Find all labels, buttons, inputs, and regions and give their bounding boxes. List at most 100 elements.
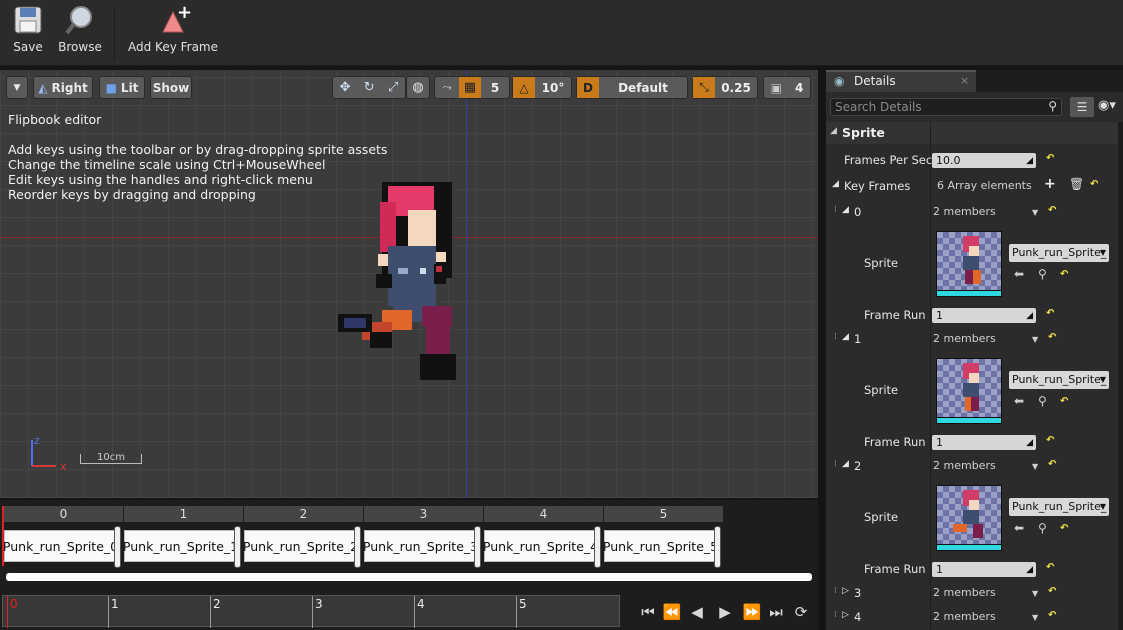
flipbook-viewport[interactable]: ▼ ◭ Right ■ Lit Show ✥ ↻ ⤢ ◍ ⤳ ▦ 5 △ 10° D… xyxy=(0,70,818,498)
skip-to-start-icon[interactable]: ⏮ xyxy=(637,602,659,622)
sprite-combo[interactable]: Punk_run_Sprite_ ▼ xyxy=(1009,371,1109,389)
view-mode-button[interactable]: ◭ Right xyxy=(33,76,93,99)
reset-icon[interactable]: ↶ xyxy=(1048,610,1056,621)
reset-icon[interactable]: ↶ xyxy=(1046,308,1054,319)
rotate-icon[interactable]: ↻ xyxy=(364,80,375,95)
scale-snap-icon[interactable]: ⤡ xyxy=(693,77,715,98)
play-reverse-icon[interactable]: ◀ xyxy=(686,602,708,622)
sprite-thumbnail[interactable] xyxy=(936,358,1002,424)
keyframe-block[interactable]: Punk_run_Sprite_3 xyxy=(363,530,478,562)
expand-arrow-icon[interactable]: ◢ xyxy=(842,205,849,215)
chevron-down-icon[interactable]: ▼ xyxy=(1032,462,1038,471)
view-options-icon[interactable]: ☰ xyxy=(1070,97,1094,117)
add-element-icon[interactable]: + xyxy=(1044,176,1056,192)
grid-icon[interactable]: ▦ xyxy=(459,77,481,98)
use-selected-icon[interactable]: ⬅ xyxy=(1014,521,1024,535)
add-key-frame-button[interactable]: + Add Key Frame xyxy=(128,4,218,62)
keyframe-resize-handle[interactable] xyxy=(594,526,601,568)
drag-handle-icon[interactable]: ⁞ xyxy=(834,459,837,469)
drag-handle-icon[interactable]: ⁞ xyxy=(834,610,837,620)
viewport-options-dropdown[interactable]: ▼ xyxy=(6,76,28,99)
keyframe-block[interactable]: Punk_run_Sprite_2 xyxy=(243,530,358,562)
step-back-icon[interactable]: ⏪ xyxy=(661,602,683,622)
keyframe-resize-handle[interactable] xyxy=(354,526,361,568)
keyframe-block[interactable]: Punk_run_Sprite_1 xyxy=(123,530,238,562)
step-forward-icon[interactable]: ⏩ xyxy=(741,602,763,622)
keyframe-resize-handle[interactable] xyxy=(234,526,241,568)
details-scrollbar[interactable] xyxy=(1118,122,1123,630)
keyframe-resize-handle[interactable] xyxy=(114,526,121,568)
reset-icon[interactable]: ↶ xyxy=(1046,153,1054,164)
mode-value[interactable]: Default xyxy=(599,81,687,95)
reset-icon[interactable]: ↶ xyxy=(1048,332,1056,343)
keyframe-block[interactable]: Punk_run_Sprite_0 xyxy=(3,530,118,562)
reset-icon[interactable]: ↶ xyxy=(1046,435,1054,446)
move-icon[interactable]: ✥ xyxy=(340,80,351,95)
camera-speed-group[interactable]: ▣ 4 xyxy=(763,76,811,99)
scale-icon[interactable]: ⤢ xyxy=(388,80,398,95)
fps-input[interactable]: 10.0 ◢ xyxy=(932,153,1036,168)
mode-icon[interactable]: D xyxy=(577,77,599,98)
keyframe-resize-handle[interactable] xyxy=(714,526,721,568)
reset-icon[interactable]: ↶ xyxy=(1046,562,1054,573)
sprite-section-header[interactable]: ◢ Sprite xyxy=(826,122,1123,144)
show-label: Show xyxy=(152,80,190,95)
browse-asset-icon[interactable]: ⚲ xyxy=(1038,521,1047,535)
chevron-down-icon[interactable]: ▼ xyxy=(1032,589,1038,598)
chevron-down-icon[interactable]: ▼ xyxy=(1032,335,1038,344)
use-selected-icon[interactable]: ⬅ xyxy=(1014,394,1024,408)
reset-icon[interactable]: ↶ xyxy=(1060,523,1068,534)
sprite-thumbnail[interactable] xyxy=(936,485,1002,551)
time-ruler[interactable]: 0 1 2 3 4 5 xyxy=(2,595,620,628)
reset-icon[interactable]: ↶ xyxy=(1060,396,1068,407)
lit-button[interactable]: ■ Lit xyxy=(99,76,145,99)
rotation-snap-icon[interactable]: △ xyxy=(513,77,535,98)
keyframe-block[interactable]: Punk_run_Sprite_5 xyxy=(603,530,718,562)
browse-asset-icon[interactable]: ⚲ xyxy=(1038,394,1047,408)
drag-handle-icon[interactable]: ⁞ xyxy=(834,332,837,342)
eye-icon[interactable]: ◉▾ xyxy=(1098,98,1116,113)
timeline-scrollbar[interactable] xyxy=(6,573,812,581)
details-tab[interactable]: ◉ Details × xyxy=(826,70,976,92)
rotation-snap-value[interactable]: 10° xyxy=(535,81,571,95)
expand-arrow-icon[interactable]: ◢ xyxy=(842,332,849,342)
grid-snap-value[interactable]: 5 xyxy=(481,81,509,95)
surface-snap-icon[interactable]: ⤳ xyxy=(435,80,459,95)
reset-icon[interactable]: ↶ xyxy=(1048,205,1056,216)
keyframe-block[interactable]: Punk_run_Sprite_4 xyxy=(483,530,598,562)
drag-handle-icon[interactable]: ⁞ xyxy=(834,205,837,215)
close-icon[interactable]: × xyxy=(960,74,969,87)
search-details-input[interactable]: Search Details ⚲ xyxy=(830,98,1062,116)
loop-icon[interactable]: ⟳ xyxy=(790,602,812,622)
frame-run-input[interactable]: 1 ◢ xyxy=(932,435,1036,450)
browse-button[interactable]: Browse xyxy=(58,4,102,62)
character-sprite[interactable] xyxy=(336,180,462,386)
drag-handle-icon[interactable]: ⁞ xyxy=(834,586,837,596)
trash-icon[interactable]: 🗑 xyxy=(1069,177,1084,191)
reset-icon[interactable]: ↶ xyxy=(1090,179,1098,190)
reset-icon[interactable]: ↶ xyxy=(1048,586,1056,597)
frame-run-input[interactable]: 1 ◢ xyxy=(932,308,1036,323)
expand-arrow-icon[interactable]: ◢ xyxy=(842,459,849,469)
reset-icon[interactable]: ↶ xyxy=(1060,269,1068,280)
chevron-down-icon[interactable]: ▼ xyxy=(1032,208,1038,217)
frame-run-input[interactable]: 1 ◢ xyxy=(932,562,1036,577)
expand-arrow-icon[interactable]: ◢ xyxy=(832,179,839,189)
sprite-combo[interactable]: Punk_run_Sprite_ ▼ xyxy=(1009,244,1109,262)
scale-snap-value[interactable]: 0.25 xyxy=(715,81,757,95)
chevron-down-icon[interactable]: ▼ xyxy=(1032,613,1038,622)
browse-asset-icon[interactable]: ⚲ xyxy=(1038,267,1047,281)
world-local-toggle[interactable]: ◍ xyxy=(406,76,430,99)
reset-icon[interactable]: ↶ xyxy=(1048,459,1056,470)
sprite-combo[interactable]: Punk_run_Sprite_ ▼ xyxy=(1009,498,1109,516)
expand-arrow-icon[interactable]: ▷ xyxy=(842,586,849,596)
show-button[interactable]: Show xyxy=(150,76,192,99)
use-selected-icon[interactable]: ⬅ xyxy=(1014,267,1024,281)
column-splitter[interactable] xyxy=(930,122,931,630)
play-icon[interactable]: ▶ xyxy=(714,602,736,622)
expand-arrow-icon[interactable]: ▷ xyxy=(842,610,849,620)
save-button[interactable]: Save xyxy=(8,4,48,62)
sprite-thumbnail[interactable] xyxy=(936,231,1002,297)
skip-to-end-icon[interactable]: ⏭ xyxy=(765,602,787,622)
keyframe-resize-handle[interactable] xyxy=(474,526,481,568)
